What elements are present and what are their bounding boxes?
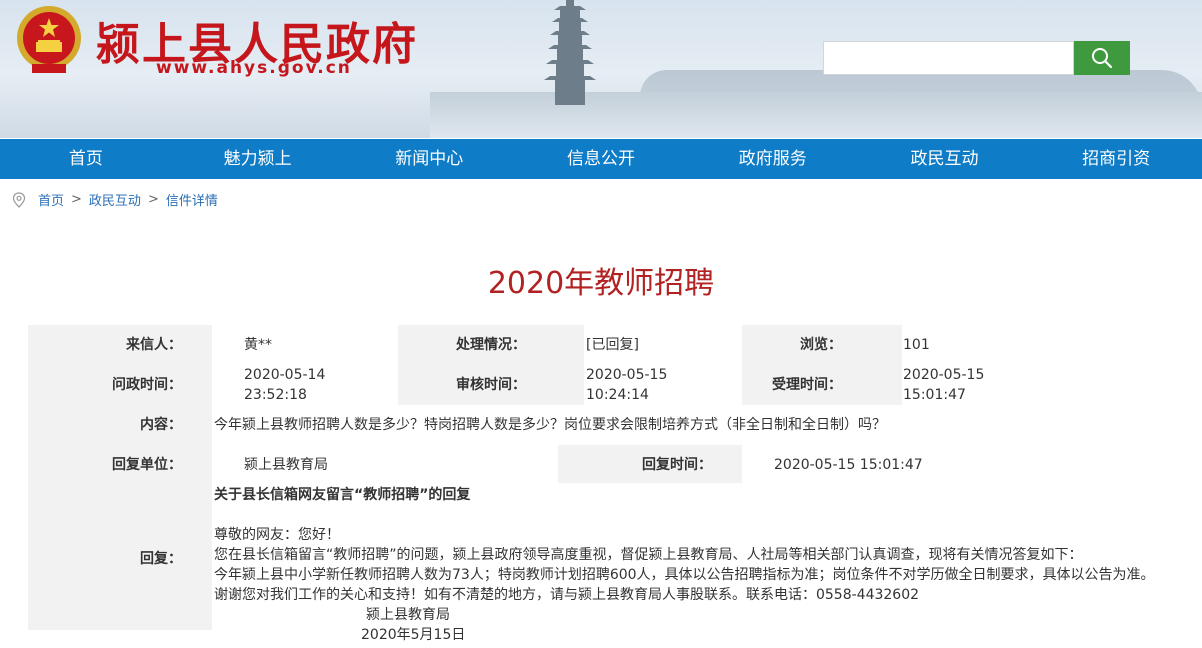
accept-time: 15:01:47 <box>903 387 966 403</box>
review-time-value: 2020-05-15 10:24:14 <box>586 365 736 405</box>
breadcrumb-separator: > <box>71 192 82 207</box>
ask-date: 2020-05-14 <box>244 367 326 383</box>
national-emblem-icon <box>17 6 81 73</box>
nav-item-services[interactable]: 政府服务 <box>687 139 859 179</box>
reply-time-label: 回复时间： <box>558 455 742 475</box>
breadcrumb: 首页 > 政民互动 > 信件详情 <box>12 190 218 209</box>
accept-date: 2020-05-15 <box>903 367 985 383</box>
nav-item-investment[interactable]: 招商引资 <box>1030 139 1202 179</box>
review-time: 10:24:14 <box>586 387 649 403</box>
location-pin-icon <box>12 191 26 208</box>
reply-date: 2020年5月15日 <box>361 627 466 643</box>
sender-value: 黄** <box>244 337 272 353</box>
status-value: [已回复] <box>586 337 639 353</box>
nav-item-home[interactable]: 首页 <box>0 139 172 179</box>
search-input[interactable] <box>823 41 1074 75</box>
breadcrumb-letter-detail[interactable]: 信件详情 <box>166 190 218 209</box>
accept-time-value: 2020-05-15 15:01:47 <box>903 365 1053 405</box>
site-header: 颍上县人民政府 www.ahys.gov.cn <box>0 0 1202 138</box>
reply-label: 回复： <box>28 549 212 569</box>
reply-unit-label: 回复单位： <box>28 455 212 475</box>
reply-unit-value: 颍上县教育局 <box>244 457 328 473</box>
content-value: 今年颍上县教师招聘人数是多少？特岗招聘人数是多少？岗位要求会限制培养方式（非全日… <box>214 417 886 433</box>
main-nav: 首页 魅力颍上 新闻中心 信息公开 政府服务 政民互动 招商引资 <box>0 139 1202 179</box>
status-label: 处理情况： <box>398 335 556 355</box>
search-icon <box>1092 48 1113 69</box>
search-button[interactable] <box>1074 41 1130 75</box>
review-time-label: 审核时间： <box>398 365 556 405</box>
reply-signature: 颍上县教育局 <box>366 607 450 623</box>
reply-body: 关于县长信箱网友留言“教师招聘”的回复 尊敬的网友：您好！ 您在县长信箱留言“教… <box>214 485 1202 645</box>
breadcrumb-separator: > <box>147 192 159 207</box>
pagoda-image <box>544 0 596 105</box>
reply-time-value: 2020-05-15 15:01:47 <box>774 457 923 473</box>
reply-greeting: 尊敬的网友：您好！ <box>214 527 340 543</box>
views-label: 浏览： <box>742 335 872 355</box>
nav-item-charm[interactable]: 魅力颍上 <box>172 139 344 179</box>
ask-time-label: 问政时间： <box>28 365 212 405</box>
breadcrumb-home[interactable]: 首页 <box>38 190 64 209</box>
site-url[interactable]: www.ahys.gov.cn <box>156 58 352 78</box>
reply-heading: 关于县长信箱网友留言“教师招聘”的回复 <box>214 487 471 503</box>
page-title: 2020年教师招聘 <box>487 266 715 301</box>
ask-time-value: 2020-05-14 23:52:18 <box>244 365 394 405</box>
nav-item-info[interactable]: 信息公开 <box>515 139 687 179</box>
reply-line-1: 您在县长信箱留言“教师招聘”的问题，颍上县政府领导高度重视，督促颍上县教育局、人… <box>214 547 1083 563</box>
nav-item-news[interactable]: 新闻中心 <box>343 139 515 179</box>
nav-item-interaction[interactable]: 政民互动 <box>859 139 1031 179</box>
review-date: 2020-05-15 <box>586 367 668 383</box>
reply-spacer <box>214 505 1202 525</box>
accept-time-label: 受理时间： <box>742 365 872 405</box>
reply-line-3: 谢谢您对我们工作的关心和支持！如有不清楚的地方，请与颍上县教育局人事股联系。联系… <box>214 587 920 603</box>
breadcrumb-interaction[interactable]: 政民互动 <box>89 190 141 209</box>
reply-line-2: 今年颍上县中小学新任教师招聘人数为73人；特岗教师计划招聘600人，具体以公告招… <box>214 567 1155 583</box>
content-label: 内容： <box>28 415 212 435</box>
ask-time: 23:52:18 <box>244 387 307 403</box>
sender-label: 来信人： <box>28 335 212 355</box>
views-value: 101 <box>903 337 930 353</box>
